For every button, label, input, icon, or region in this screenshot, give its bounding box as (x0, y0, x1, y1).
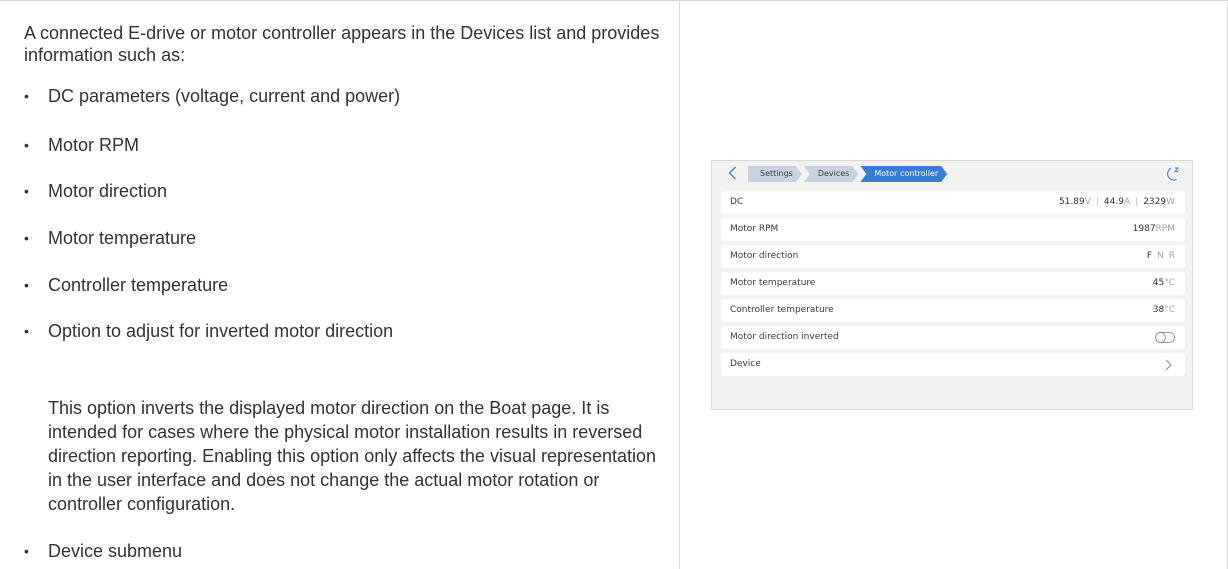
temp-unit: °C (1164, 305, 1175, 315)
value-separator: | (1095, 197, 1099, 207)
motor-controller-screen: Settings Devices Motor controller DC 51.… (711, 160, 1193, 410)
breadcrumb-settings[interactable]: Settings (748, 166, 802, 182)
direction-neutral: N (1157, 251, 1164, 261)
device-submenu-row[interactable]: Device (721, 353, 1185, 376)
motor-direction-row: Motor direction FNR (721, 245, 1185, 268)
motor-direction-inverted-row[interactable]: Motor direction inverted (721, 326, 1185, 349)
direction-reverse: R (1168, 251, 1175, 261)
controller-temp-values: 38°C (1153, 299, 1175, 322)
list-item-text: Option to adjust for inverted motor dire… (48, 321, 394, 341)
breadcrumb-devices[interactable]: Devices (804, 166, 859, 182)
rpm-value: 1987 (1132, 224, 1156, 234)
list-item-text: DC parameters (voltage, current and powe… (48, 86, 401, 106)
motor-rpm-row: Motor RPM 1987RPM (721, 218, 1185, 241)
rpm-unit: RPM (1155, 224, 1175, 234)
temp-unit: °C (1164, 278, 1175, 288)
bullet-icon: • (24, 137, 29, 153)
settings-list: DC 51.89V | 44.9A | 2329W Motor RPM 1987RPM … (721, 191, 1185, 380)
row-label: Motor direction inverted (730, 332, 839, 342)
row-label: Controller temperature (730, 305, 834, 315)
toggle-off-icon[interactable] (1155, 332, 1175, 343)
list-item-text: Motor temperature (48, 228, 197, 248)
navigation-bar: Settings Devices Motor controller (712, 161, 1192, 187)
controller-temperature-row: Controller temperature 38°C (721, 299, 1185, 322)
motor-temperature-row: Motor temperature 45°C (721, 272, 1185, 295)
row-label: Device (730, 359, 761, 369)
list-item-text: Motor direction (48, 181, 168, 201)
controller-temp-value: 38 (1152, 305, 1165, 315)
voltage-unit: V (1084, 197, 1091, 207)
chevron-left-icon[interactable] (725, 165, 741, 181)
bullet-icon: • (24, 183, 29, 199)
documentation-table: A connected E-drive or motor controller … (0, 0, 1228, 569)
dc-row: DC 51.89V | 44.9A | 2329W (721, 191, 1185, 214)
motor-temp-value: 45 (1152, 278, 1165, 288)
current-unit: A (1123, 197, 1131, 207)
value-separator: | (1135, 197, 1139, 207)
chevron-right-icon (1165, 359, 1172, 371)
bullet-icon: • (24, 543, 29, 559)
bullet-icon: • (24, 323, 29, 339)
bullet-icon: • (24, 230, 29, 246)
row-label: Motor temperature (730, 278, 816, 288)
rpm-values: 1987RPM (1133, 218, 1175, 241)
dc-values: 51.89V | 44.9A | 2329W (1059, 191, 1175, 214)
list-item-text: Motor RPM (48, 135, 140, 155)
bullet-icon: • (24, 88, 29, 104)
current-value: 44.9 (1103, 197, 1124, 207)
voltage-value: 51.89 (1058, 197, 1085, 207)
description-column: A connected E-drive or motor controller … (0, 2, 680, 569)
sleep-moon-icon[interactable] (1164, 165, 1182, 183)
breadcrumb-motor-controller: Motor controller (860, 166, 947, 182)
bullet-icon: • (24, 277, 29, 293)
list-item-text: Controller temperature (48, 275, 229, 295)
inverted-direction-note: This option inverts the displayed motor … (48, 398, 657, 514)
power-value: 2329 (1143, 197, 1167, 207)
direction-values: FNR (1147, 245, 1175, 268)
breadcrumb: Settings Devices Motor controller (748, 166, 949, 182)
direction-forward: F (1146, 251, 1152, 261)
list-item-text: Device submenu (48, 541, 183, 561)
intro-text: A connected E-drive or motor controller … (24, 23, 660, 65)
row-label: DC (730, 197, 744, 207)
motor-temp-values: 45°C (1153, 272, 1175, 295)
row-label: Motor direction (730, 251, 799, 261)
power-unit: W (1166, 197, 1175, 207)
row-label: Motor RPM (730, 224, 779, 234)
